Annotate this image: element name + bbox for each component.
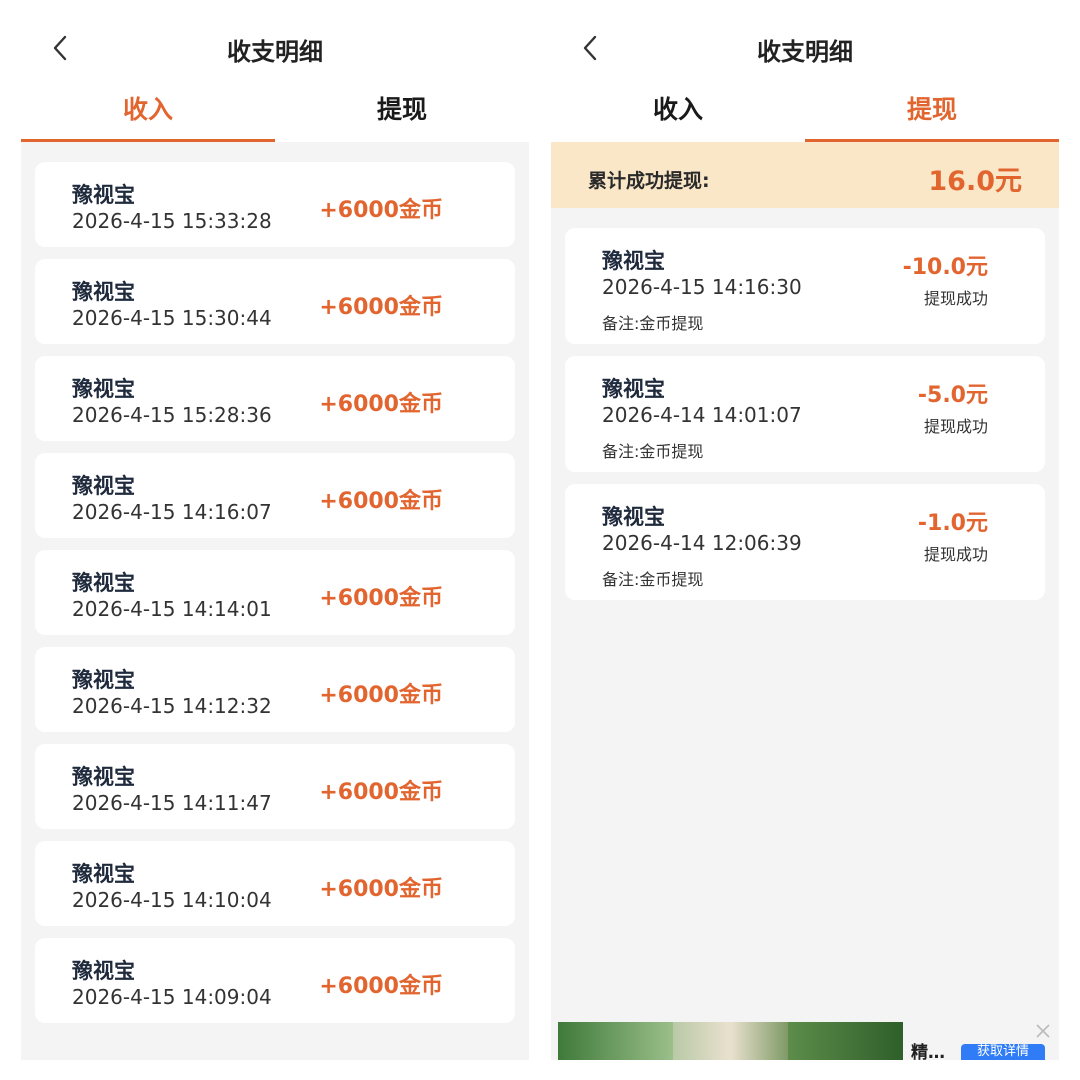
list-item[interactable]: 豫视宝 2026-4-15 14:12:32 +6000金币 <box>35 647 515 732</box>
item-amount: +6000金币 <box>319 683 443 708</box>
ad-title: 精… <box>911 1043 945 1060</box>
item-date: 2026-4-15 14:14:01 <box>72 597 272 621</box>
list-item[interactable]: 豫视宝 2026-4-14 14:01:07 备注:金币提现 -5.0元 提现成… <box>565 356 1045 472</box>
item-date: 2026-4-15 14:09:04 <box>72 985 272 1009</box>
page-title: 收支明细 <box>227 38 323 66</box>
list-item[interactable]: 豫视宝 2026-4-15 14:09:04 +6000金币 <box>35 938 515 1023</box>
item-name: 豫视宝 <box>602 249 665 273</box>
item-amount: +6000金币 <box>319 877 443 902</box>
summary-total: 16.0元 <box>928 166 1022 197</box>
tab-income[interactable]: 收入 <box>21 88 275 142</box>
item-name: 豫视宝 <box>72 377 135 401</box>
list-item[interactable]: 豫视宝 2026-4-15 14:11:47 +6000金币 <box>35 744 515 829</box>
item-date: 2026-4-15 14:16:07 <box>72 500 272 524</box>
item-amount: +6000金币 <box>319 780 443 805</box>
tab-income[interactable]: 收入 <box>551 88 805 142</box>
item-amount: +6000金币 <box>319 392 443 417</box>
list-item[interactable]: 豫视宝 2026-4-15 15:33:28 +6000金币 <box>35 162 515 247</box>
ad-image[interactable] <box>558 1022 903 1060</box>
item-name: 豫视宝 <box>72 765 135 789</box>
income-screen: 收支明细 收入 提现 豫视宝 2026-4-15 15:33:28 +6000金… <box>21 0 529 1060</box>
item-name: 豫视宝 <box>72 571 135 595</box>
item-amount: -1.0元 <box>917 511 988 536</box>
item-name: 豫视宝 <box>72 862 135 886</box>
item-date: 2026-4-14 14:01:07 <box>602 403 802 427</box>
item-name: 豫视宝 <box>72 668 135 692</box>
withdraw-summary: 累计成功提现: 16.0元 <box>551 142 1059 208</box>
tab-withdraw[interactable]: 提现 <box>275 88 529 142</box>
item-date: 2026-4-14 12:06:39 <box>602 531 802 555</box>
withdraw-list: 豫视宝 2026-4-15 14:16:30 备注:金币提现 -10.0元 提现… <box>551 208 1059 600</box>
tab-bar: 收入 提现 <box>551 88 1059 142</box>
item-note: 备注:金币提现 <box>602 314 704 333</box>
item-name: 豫视宝 <box>72 959 135 983</box>
income-list: 豫视宝 2026-4-15 15:33:28 +6000金币 豫视宝 2026-… <box>21 142 529 1023</box>
item-date: 2026-4-15 15:33:28 <box>72 209 272 233</box>
header: 收支明细 收入 提现 <box>21 0 529 142</box>
list-item[interactable]: 豫视宝 2026-4-15 15:28:36 +6000金币 <box>35 356 515 441</box>
list-item[interactable]: 豫视宝 2026-4-15 15:30:44 +6000金币 <box>35 259 515 344</box>
item-amount: -10.0元 <box>902 255 988 280</box>
list-item[interactable]: 豫视宝 2026-4-15 14:16:07 +6000金币 <box>35 453 515 538</box>
item-name: 豫视宝 <box>602 505 665 529</box>
ad-detail-button[interactable]: 获取详情 <box>961 1044 1045 1060</box>
list-item[interactable]: 豫视宝 2026-4-15 14:10:04 +6000金币 <box>35 841 515 926</box>
item-date: 2026-4-15 14:10:04 <box>72 888 272 912</box>
item-name: 豫视宝 <box>72 474 135 498</box>
item-status: 提现成功 <box>923 417 988 436</box>
item-amount: +6000金币 <box>319 295 443 320</box>
item-name: 豫视宝 <box>72 280 135 304</box>
summary-label: 累计成功提现: <box>588 170 710 192</box>
tab-bar: 收入 提现 <box>21 88 529 142</box>
list-item[interactable]: 豫视宝 2026-4-15 14:14:01 +6000金币 <box>35 550 515 635</box>
item-name: 豫视宝 <box>602 377 665 401</box>
item-amount: +6000金币 <box>319 586 443 611</box>
item-name: 豫视宝 <box>72 183 135 207</box>
item-note: 备注:金币提现 <box>602 442 704 461</box>
item-amount: +6000金币 <box>319 489 443 514</box>
header: 收支明细 收入 提现 <box>551 0 1059 142</box>
list-item[interactable]: 豫视宝 2026-4-14 12:06:39 备注:金币提现 -1.0元 提现成… <box>565 484 1045 600</box>
item-amount: +6000金币 <box>319 198 443 223</box>
item-amount: +6000金币 <box>319 974 443 999</box>
item-amount: -5.0元 <box>917 383 988 408</box>
tab-withdraw[interactable]: 提现 <box>805 88 1059 142</box>
close-icon[interactable] <box>1034 1022 1052 1040</box>
item-date: 2026-4-15 14:12:32 <box>72 694 272 718</box>
item-date: 2026-4-15 15:30:44 <box>72 306 272 330</box>
withdraw-screen: 收支明细 收入 提现 累计成功提现: 16.0元 豫视宝 2026-4-15 1… <box>551 0 1059 1060</box>
item-date: 2026-4-15 14:11:47 <box>72 791 272 815</box>
item-note: 备注:金币提现 <box>602 570 704 589</box>
ad-banner[interactable]: 精… 获取详情 <box>558 1022 1055 1060</box>
item-date: 2026-4-15 15:28:36 <box>72 403 272 427</box>
list-item[interactable]: 豫视宝 2026-4-15 14:16:30 备注:金币提现 -10.0元 提现… <box>565 228 1045 344</box>
item-date: 2026-4-15 14:16:30 <box>602 275 802 299</box>
item-status: 提现成功 <box>923 289 988 308</box>
page-title: 收支明细 <box>757 38 853 66</box>
item-status: 提现成功 <box>923 545 988 564</box>
